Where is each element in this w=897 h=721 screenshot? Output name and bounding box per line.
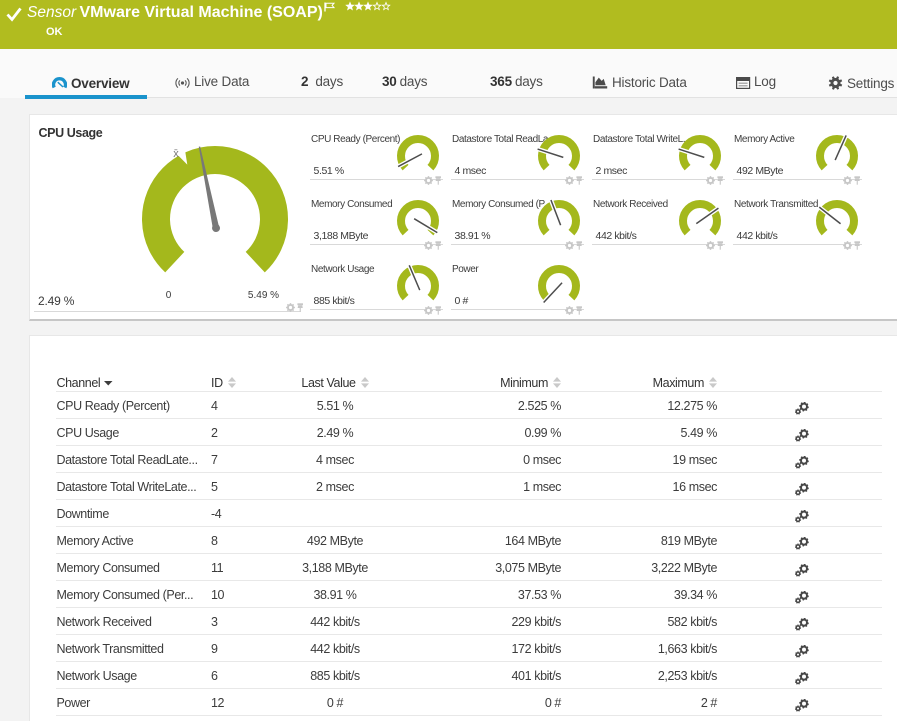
svg-text:x̄: x̄ — [173, 148, 179, 160]
